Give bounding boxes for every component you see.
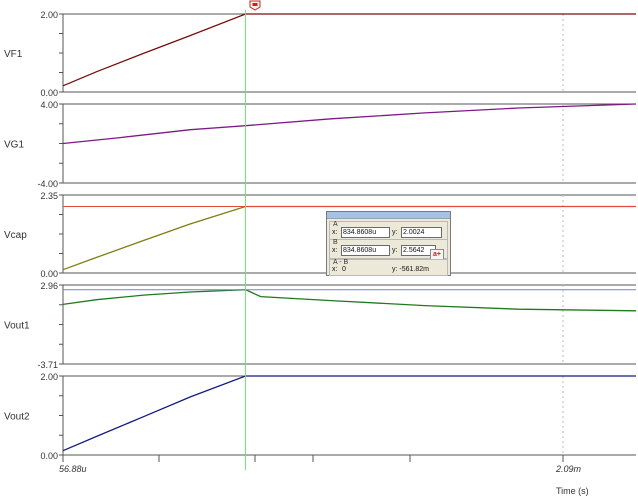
y-tick-label: -3.71 (37, 360, 58, 370)
cursor-diff-x-label: x: (332, 266, 338, 273)
trace-label-Vout1: Vout1 (4, 321, 30, 332)
y-tick-label: 2.96 (40, 281, 58, 291)
y-tick-label: 4.00 (40, 100, 58, 110)
cursor-a-marker-icon[interactable] (249, 0, 261, 11)
cursor-b-y-label: y: (392, 247, 398, 254)
y-tick-label: 2.00 (40, 372, 58, 382)
cursor-b-label: B (333, 239, 338, 246)
cursor-b-x-field[interactable]: 834.8608u (341, 245, 390, 256)
cursor-diff-x-value: 0 (342, 266, 346, 273)
y-tick-label: 0.00 (40, 269, 58, 279)
y-tick-label: 0.00 (40, 451, 58, 461)
cursor-a-x-label: x: (332, 229, 338, 236)
cursor-readout-titlebar[interactable] (327, 212, 450, 219)
trace-VF1 (62, 13, 636, 87)
trace-label-VG1: VG1 (4, 140, 24, 151)
cursor-diff-y-value: y: -561.82m (392, 266, 429, 273)
trace-VG1 (62, 103, 637, 145)
cursor-b-group: B x: 834.8608u y: 2.5642 a+ (329, 239, 448, 260)
x-tick-label: 2.09m (555, 464, 582, 474)
y-tick-label: -4.00 (37, 179, 58, 189)
oscilloscope-chart: VF1 2.00 0.00 VG1 4.00 -4.00 Vcap 2.35 0.00 Vout1… (4, 10, 637, 496)
x-axis-title: Time (s) (556, 486, 589, 496)
cursor-diff-group: A - B x: 0 y: -561.82m (329, 259, 448, 276)
trace-Vout2 (62, 375, 636, 452)
cursor-a-group: A x: 834.8608u y: 2.0024 (329, 221, 448, 240)
y-tick-label: 0.00 (40, 88, 58, 98)
y-tick-label: 2.00 (40, 10, 58, 20)
cursor-readout-panel[interactable]: A x: 834.8608u y: 2.0024 B x: 834.8608u … (326, 211, 451, 276)
trace-Vout1 (62, 289, 637, 312)
y-tick-label: 2.35 (40, 191, 58, 201)
trace-label-Vout2: Vout2 (4, 412, 30, 423)
trace-label-Vcap: Vcap (4, 230, 27, 241)
trace-label-VF1: VF1 (4, 49, 23, 60)
cursor-b-x-label: x: (332, 247, 338, 254)
cursor-a-label: A (333, 221, 338, 228)
cursor-a-y-label: y: (392, 229, 398, 236)
cursor-a-x-field[interactable]: 834.8608u (341, 227, 390, 238)
x-tick-label: 56.88u (59, 464, 87, 474)
cursor-a-y-field[interactable]: 2.0024 (401, 227, 442, 238)
